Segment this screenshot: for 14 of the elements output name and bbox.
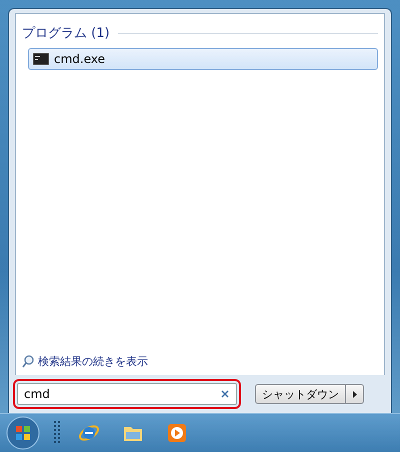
- shutdown-button[interactable]: シャットダウン: [255, 384, 346, 404]
- section-heading: プログラム (1): [22, 25, 110, 42]
- result-item[interactable]: cmd.exe: [28, 48, 378, 70]
- play-icon[interactable]: [168, 424, 186, 442]
- folder-icon[interactable]: [123, 424, 143, 442]
- clear-icon[interactable]: [221, 390, 229, 398]
- search-icon: [22, 355, 34, 368]
- more-results-link[interactable]: 検索結果の続きを表示: [38, 354, 148, 369]
- options-button[interactable]: [346, 384, 364, 404]
- search-field[interactable]: cmd: [17, 383, 237, 405]
- grip-icon: [54, 421, 60, 445]
- caret-icon: [352, 390, 356, 398]
- console-icon: [33, 53, 49, 65]
- start-button[interactable]: [6, 416, 40, 450]
